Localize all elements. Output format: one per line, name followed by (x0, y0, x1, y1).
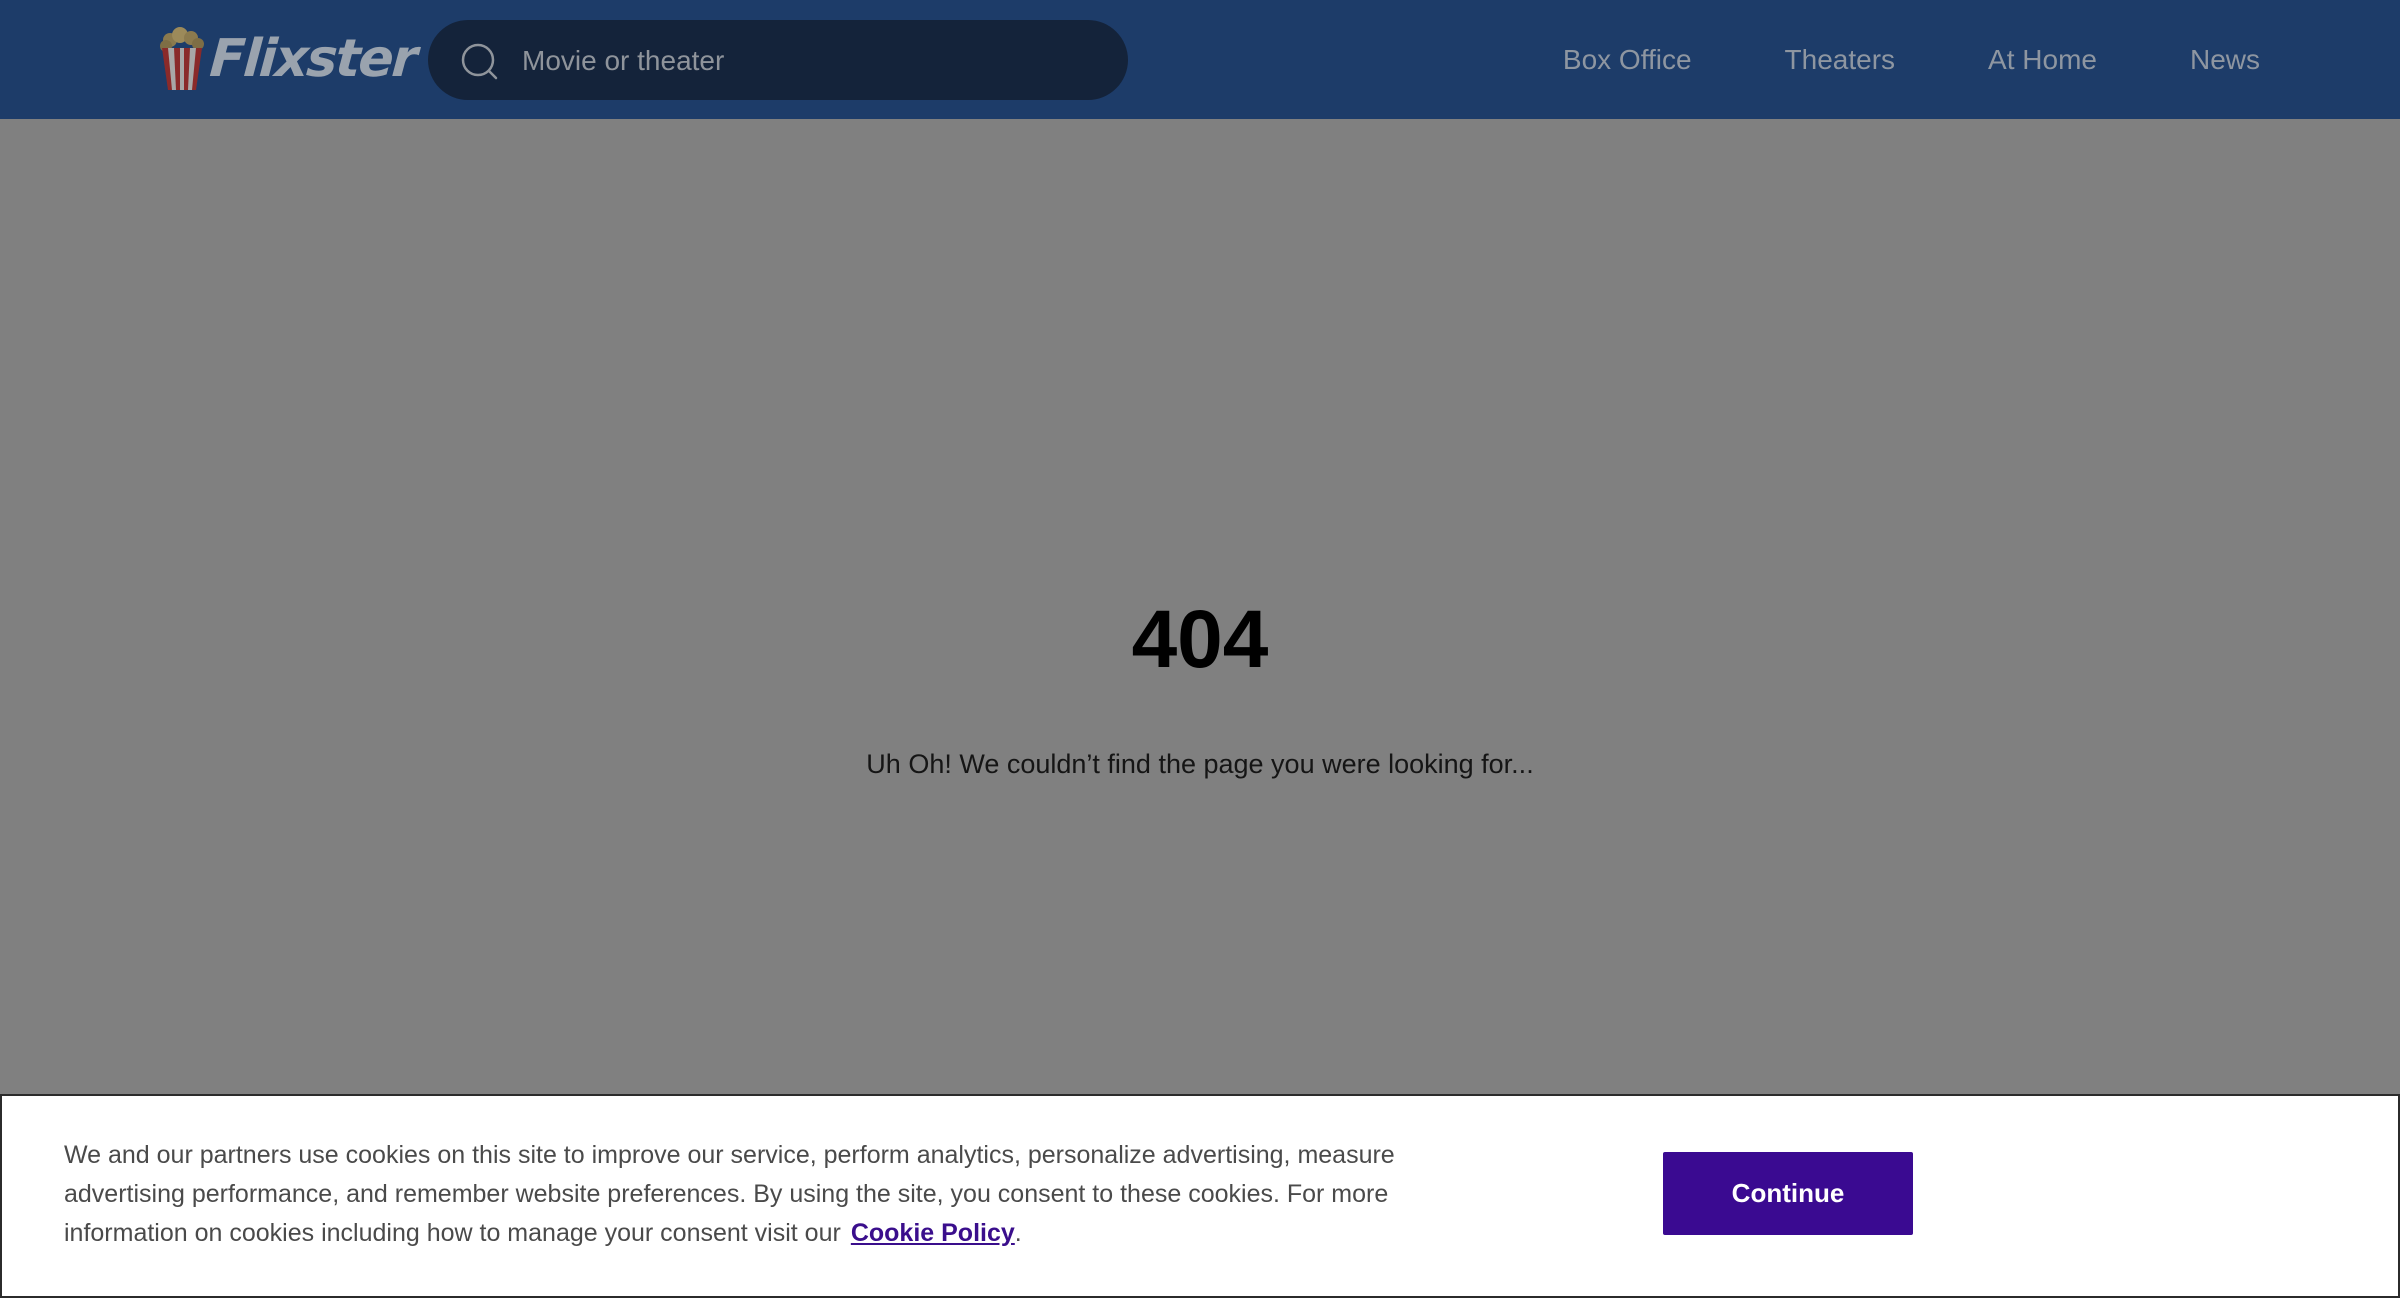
nav-box-office[interactable]: Box Office (1563, 44, 1692, 76)
search-input[interactable] (520, 20, 1104, 102)
cookie-banner: We and our partners use cookies on this … (0, 1094, 2400, 1298)
cookie-message: We and our partners use cookies on this … (64, 1141, 1395, 1247)
logo-wordmark: Flixster (207, 29, 418, 89)
error-message: Uh Oh! We couldn’t find the page you wer… (866, 749, 1534, 779)
nav-at-home[interactable]: At Home (1988, 44, 2097, 76)
search-icon (461, 43, 498, 80)
cookie-trailing: . (1014, 1219, 1022, 1247)
cookie-text: We and our partners use cookies on this … (64, 1136, 1484, 1253)
flixster-logo[interactable]: Flixster (158, 26, 418, 92)
nav-theaters[interactable]: Theaters (1785, 44, 1896, 76)
nav-news[interactable]: News (2190, 44, 2260, 76)
site-header: Flixster Box Office Theaters At Home New… (0, 0, 2400, 119)
error-code: 404 (1131, 594, 1269, 685)
cookie-policy-link[interactable]: Cookie Policy (851, 1219, 1015, 1247)
main-nav: Box Office Theaters At Home News (1563, 0, 2260, 119)
search-bar[interactable] (428, 20, 1128, 102)
continue-button[interactable]: Continue (1663, 1152, 1913, 1235)
popcorn-icon (160, 27, 204, 90)
main-content: 404 Uh Oh! We couldn’t find the page you… (0, 119, 2400, 1094)
